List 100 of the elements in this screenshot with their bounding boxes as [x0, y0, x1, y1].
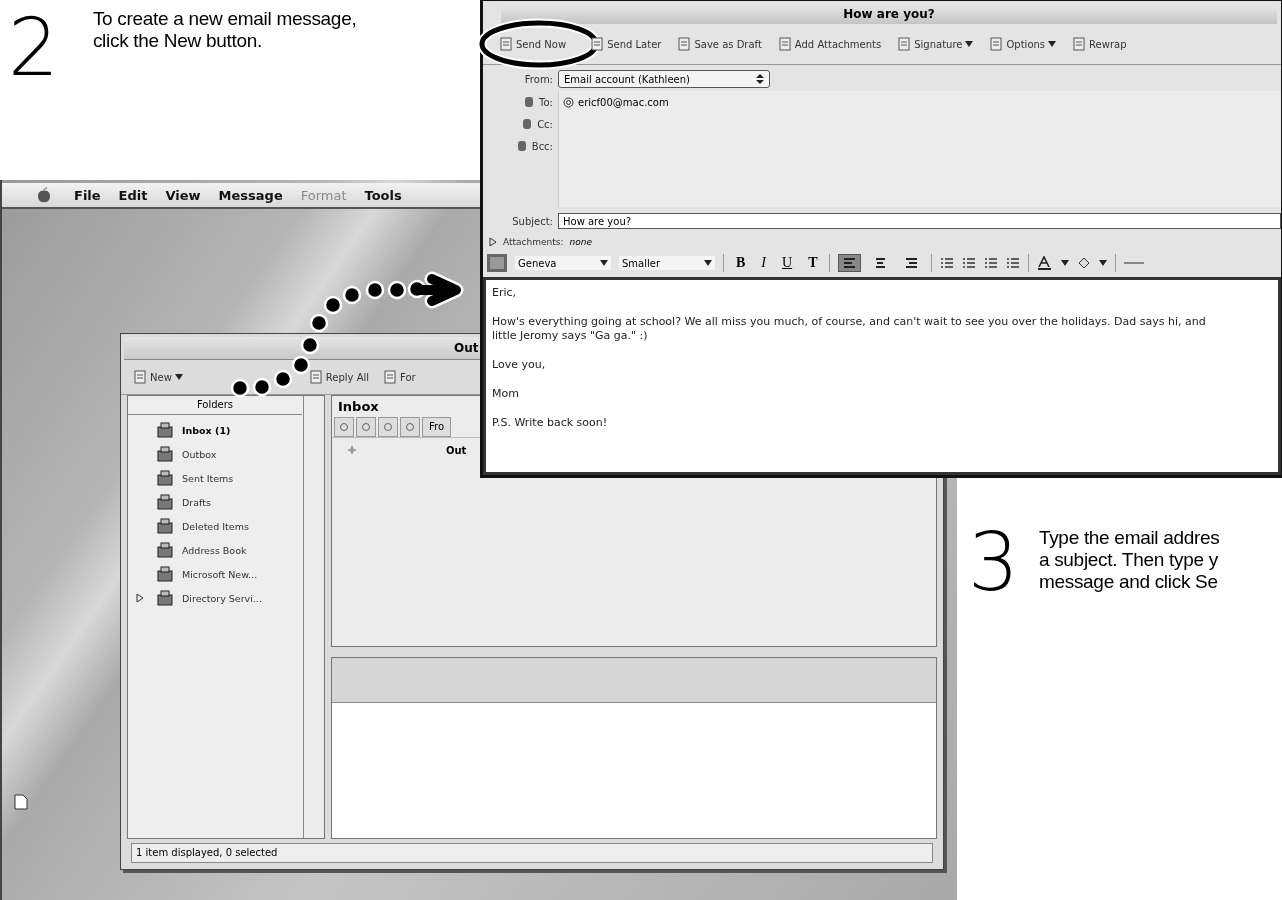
toolbar-button[interactable]: Add Attachments [773, 35, 886, 53]
account-dropdown[interactable]: Email account (Kathleen) [558, 70, 770, 88]
field-label: Cc: [537, 118, 553, 130]
attachments-value: none [569, 237, 592, 247]
column-icon [339, 422, 349, 432]
updown-arrows-icon [756, 74, 764, 84]
recipient-field[interactable]: ericf00@mac.com [558, 91, 1281, 207]
caret-icon [1099, 260, 1108, 266]
folder-item[interactable]: Inbox (1) [182, 424, 231, 436]
size-dropdown[interactable]: Smaller [619, 256, 715, 270]
font-dropdown[interactable]: Geneva [515, 256, 611, 270]
document-icon [499, 37, 513, 51]
field-label: Attachments: [503, 237, 564, 247]
column-icon [405, 422, 415, 432]
expand-triangle-icon[interactable] [489, 237, 497, 247]
document-icon [777, 37, 792, 51]
at-sign-icon [563, 96, 574, 108]
text-color-icon[interactable] [1037, 256, 1054, 270]
align-icon [874, 257, 888, 269]
align-icon [843, 257, 857, 269]
menu-item[interactable]: Message [218, 187, 283, 203]
align-icon [905, 257, 919, 269]
apple-icon[interactable] [36, 187, 52, 203]
field-label: Subject: [511, 215, 554, 227]
pane-title: Inbox [337, 398, 380, 416]
contact-icon [522, 118, 533, 130]
instruction-text: a subject. Then type y [1038, 549, 1219, 571]
toolbar-button[interactable]: Options [985, 35, 1061, 53]
numbered-list-icon[interactable] [940, 257, 955, 269]
folder-item[interactable]: Address Book [182, 544, 247, 556]
menu-item[interactable]: View [165, 187, 201, 203]
folder-icon [156, 421, 174, 439]
instruction-text: To create a new email message, [92, 8, 357, 30]
indent-icon[interactable] [1006, 257, 1021, 269]
contact-icon [524, 96, 535, 108]
caret-icon [1048, 41, 1057, 47]
message-sender[interactable]: Out [446, 444, 467, 456]
instruction-text: Type the email addres [1038, 527, 1220, 549]
contact-icon [516, 140, 527, 152]
menu-item[interactable]: Tools [364, 187, 402, 203]
window-title: Out [454, 341, 479, 355]
step-number: 3 [968, 515, 1019, 611]
caret-icon [600, 260, 608, 266]
window-title: How are you? [843, 7, 935, 21]
toolbar-button[interactable]: Signature [893, 35, 978, 53]
folder-item[interactable]: Drafts [182, 496, 211, 508]
instruction-text: click the New button. [92, 30, 263, 52]
document-icon [308, 370, 323, 384]
caret-icon [965, 41, 974, 47]
message-text: Eric, [492, 286, 518, 300]
format-button[interactable]: B [732, 255, 750, 271]
field-label: To: [539, 96, 553, 108]
menu-item[interactable]: File [74, 187, 101, 203]
folder-icon [156, 589, 174, 607]
align-button[interactable] [838, 254, 862, 272]
horizontal-rule-button[interactable] [1124, 262, 1145, 264]
toolbar-button[interactable]: Reply All [304, 368, 374, 386]
new-menu-button[interactable]: New [129, 368, 187, 386]
format-button[interactable]: I [757, 255, 770, 271]
folder-icon [156, 517, 174, 535]
menu-item[interactable]: Edit [118, 187, 148, 203]
folder-icon [156, 493, 174, 511]
message-body[interactable] [483, 277, 1281, 475]
field-label: From: [523, 73, 554, 85]
folder-item[interactable]: Sent Items [182, 472, 234, 484]
folder-item[interactable]: Directory Servi... [182, 592, 262, 604]
star-icon [346, 444, 358, 456]
format-button[interactable]: U [778, 255, 797, 271]
document-icon [677, 37, 692, 51]
instruction-text: message and click Se [1038, 571, 1219, 593]
document-icon [383, 370, 398, 384]
column-header[interactable] [378, 417, 398, 437]
caret-icon [1061, 260, 1070, 266]
column-header[interactable] [334, 417, 354, 437]
step-number: 2 [8, 0, 59, 96]
toolbar-button[interactable]: Rewrap [1068, 35, 1131, 53]
expand-triangle-icon[interactable] [136, 593, 144, 603]
folder-item[interactable]: Deleted Items [182, 520, 249, 532]
toolbar-button[interactable]: Send Later [586, 35, 666, 53]
caret-icon [174, 374, 183, 380]
column-header[interactable] [356, 417, 376, 437]
column-header[interactable] [400, 417, 420, 437]
caret-icon [704, 260, 712, 266]
subject-field[interactable]: How are you? [558, 213, 1281, 229]
bullet-list-icon[interactable] [962, 257, 977, 269]
message-text: Mom [492, 387, 520, 401]
folder-item[interactable]: Microsoft New... [182, 568, 258, 580]
folder-icon [156, 445, 174, 463]
folder-icon [156, 469, 174, 487]
toolbar-button[interactable]: Save as Draft [673, 35, 766, 53]
toolbar-button[interactable]: For [379, 368, 420, 386]
outdent-icon[interactable] [984, 257, 999, 269]
recipient-address: ericf00@mac.com [578, 96, 669, 108]
document-icon [897, 37, 912, 51]
folder-item[interactable]: Outbox [182, 448, 217, 460]
format-button[interactable]: T [804, 255, 822, 271]
column-header[interactable]: Fro [422, 417, 452, 437]
field-label: Bcc: [531, 140, 553, 152]
document-icon [133, 370, 147, 384]
message-text: How's everything going at school? We all miss you much, of course, and can't wait to see you over the holidays. Dad says hi, and little Jeromy says "Ga ga." :) [492, 315, 1207, 343]
